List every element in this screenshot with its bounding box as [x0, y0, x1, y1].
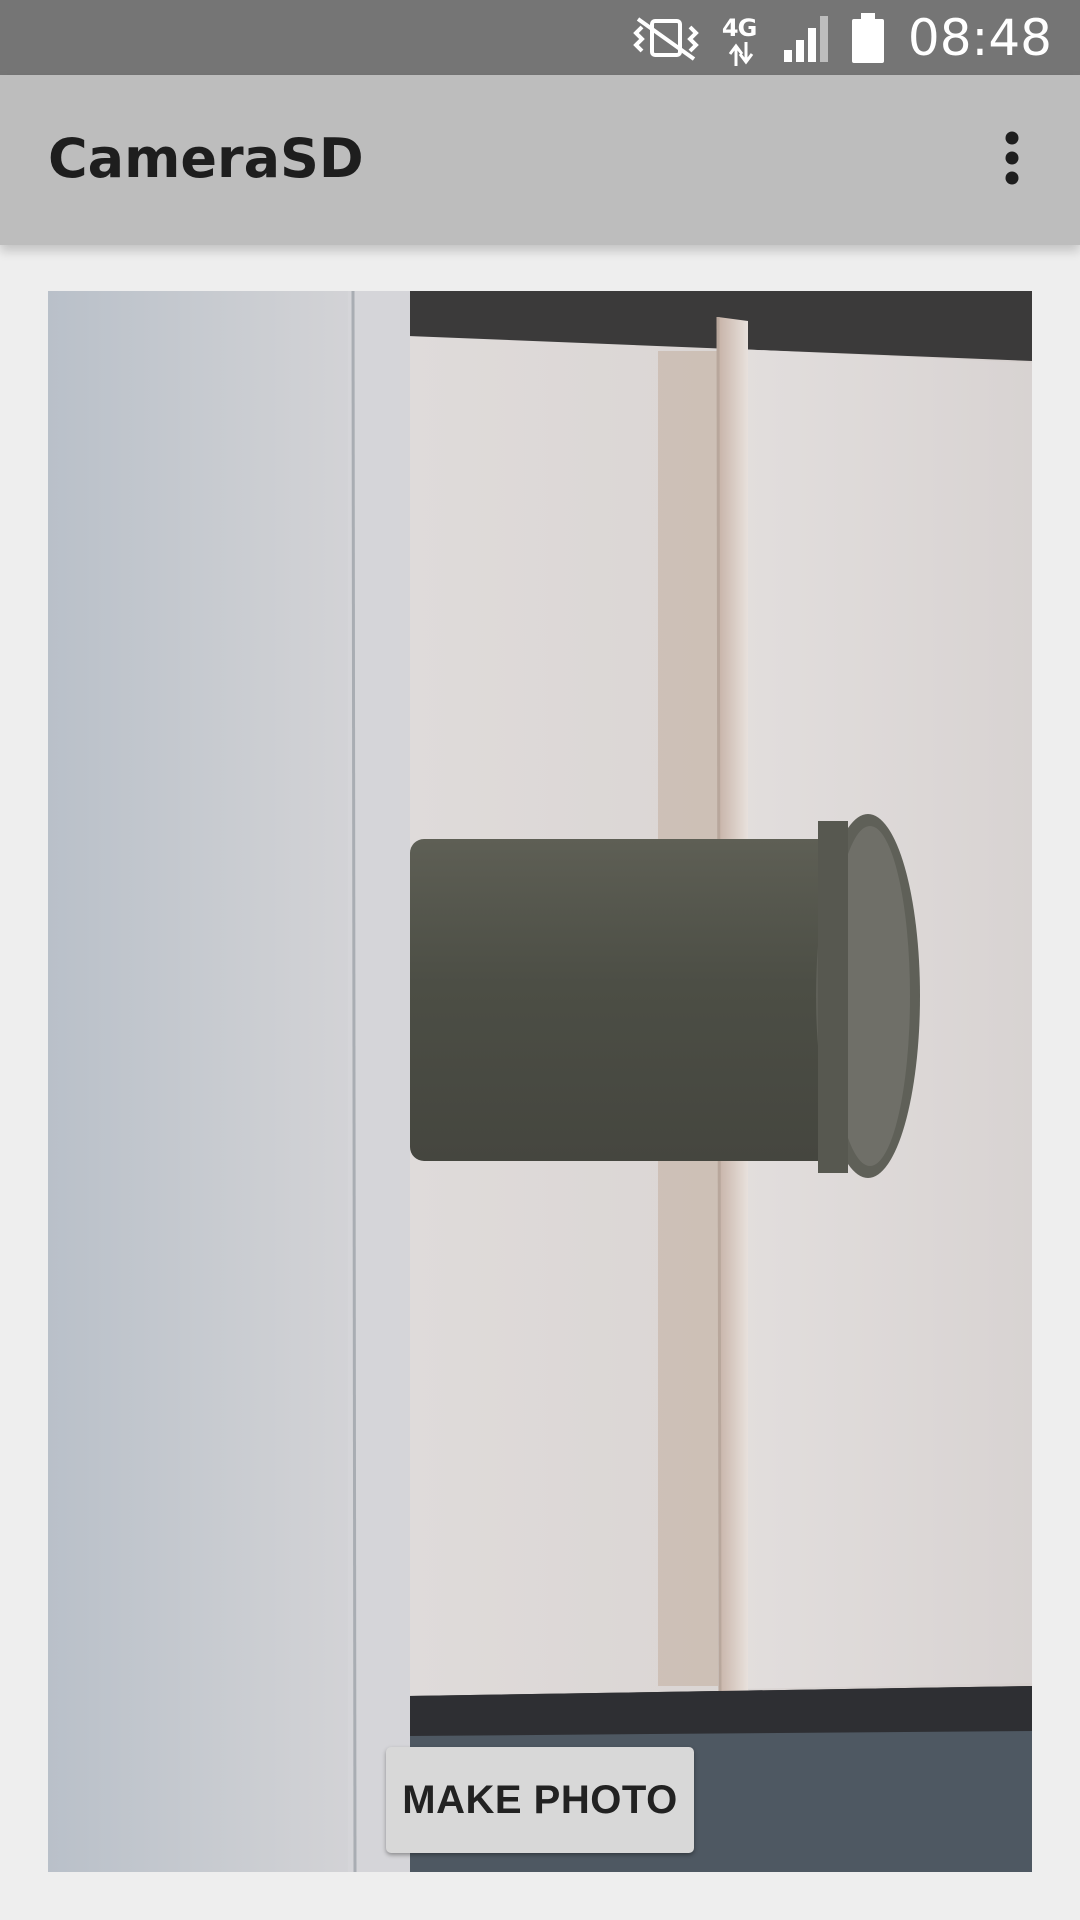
- more-vert-icon: [1005, 131, 1019, 185]
- make-photo-button[interactable]: MAKE PHOTO: [386, 1747, 694, 1853]
- signal-icon: [782, 14, 832, 62]
- camera-preview-image: [48, 291, 1032, 1872]
- vibrate-mute-icon: [630, 13, 702, 63]
- app-bar: CameraSD: [0, 75, 1080, 245]
- app-title: CameraSD: [48, 127, 364, 190]
- overflow-menu-button[interactable]: [974, 120, 1050, 196]
- battery-icon: [850, 12, 886, 63]
- camera-preview[interactable]: [48, 291, 1032, 1872]
- clock: 08:48: [907, 8, 1052, 67]
- status-bar: 4G 08:48: [0, 0, 1080, 75]
- data-arrows-icon: [728, 41, 754, 66]
- status-icons: 4G 08:48: [630, 0, 1052, 75]
- network-type-indicator: 4G: [720, 8, 764, 68]
